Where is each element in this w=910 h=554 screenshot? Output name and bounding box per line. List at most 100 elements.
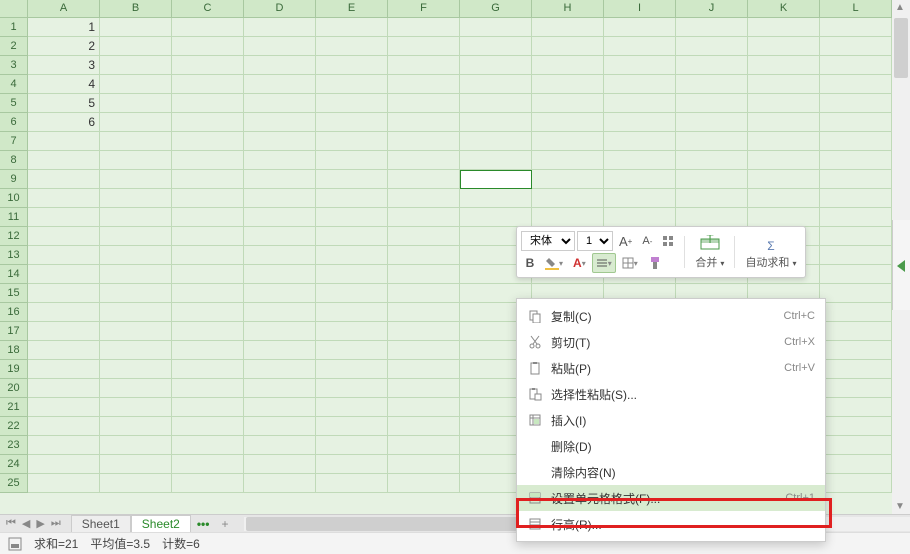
cell[interactable] — [820, 75, 892, 94]
cell[interactable] — [100, 360, 172, 379]
cell[interactable] — [172, 436, 244, 455]
cell[interactable] — [100, 132, 172, 151]
cell[interactable] — [244, 398, 316, 417]
cell[interactable] — [28, 436, 100, 455]
cell[interactable] — [316, 132, 388, 151]
row-header[interactable]: 25 — [0, 474, 28, 493]
cell[interactable] — [748, 189, 820, 208]
row-header[interactable]: 19 — [0, 360, 28, 379]
cell[interactable] — [244, 284, 316, 303]
cell[interactable] — [676, 208, 748, 227]
cell[interactable] — [820, 455, 892, 474]
cell[interactable] — [532, 18, 604, 37]
row-header[interactable]: 8 — [0, 151, 28, 170]
row-header[interactable]: 12 — [0, 227, 28, 246]
bold-button[interactable]: B — [521, 253, 539, 273]
border-button[interactable]: ▾ — [618, 253, 642, 273]
cell[interactable] — [820, 417, 892, 436]
settings-icon[interactable] — [658, 231, 678, 251]
cell[interactable]: 2 — [28, 37, 100, 56]
cell[interactable] — [316, 322, 388, 341]
cell[interactable] — [172, 189, 244, 208]
font-size-select[interactable]: 12 — [577, 231, 613, 251]
row-header[interactable]: 13 — [0, 246, 28, 265]
cell[interactable] — [28, 132, 100, 151]
row-header[interactable]: 24 — [0, 455, 28, 474]
cell[interactable] — [100, 474, 172, 493]
cell[interactable] — [172, 284, 244, 303]
cell[interactable] — [100, 208, 172, 227]
cell[interactable] — [532, 132, 604, 151]
cell[interactable] — [172, 360, 244, 379]
cell[interactable] — [388, 379, 460, 398]
column-header[interactable]: D — [244, 0, 316, 18]
cell[interactable] — [100, 436, 172, 455]
column-header[interactable]: C — [172, 0, 244, 18]
cell[interactable] — [100, 170, 172, 189]
cell[interactable] — [676, 18, 748, 37]
tab-more-button[interactable]: ••• — [191, 517, 216, 531]
cell[interactable] — [388, 284, 460, 303]
cell[interactable] — [316, 341, 388, 360]
cell[interactable] — [28, 303, 100, 322]
cell[interactable] — [28, 322, 100, 341]
cell[interactable] — [28, 227, 100, 246]
cell[interactable] — [244, 151, 316, 170]
cell[interactable] — [388, 417, 460, 436]
cell[interactable] — [316, 398, 388, 417]
cell[interactable] — [100, 151, 172, 170]
cell[interactable] — [172, 265, 244, 284]
row-header[interactable]: 20 — [0, 379, 28, 398]
cell[interactable] — [244, 94, 316, 113]
row-header[interactable]: 6 — [0, 113, 28, 132]
cell[interactable]: 5 — [28, 94, 100, 113]
cell[interactable] — [28, 189, 100, 208]
cell[interactable] — [604, 132, 676, 151]
cell[interactable] — [820, 37, 892, 56]
cell[interactable] — [100, 189, 172, 208]
cell[interactable] — [172, 398, 244, 417]
cell[interactable] — [604, 170, 676, 189]
row-header[interactable]: 4 — [0, 75, 28, 94]
cell[interactable] — [100, 455, 172, 474]
cell[interactable] — [460, 113, 532, 132]
cell[interactable] — [388, 56, 460, 75]
cell[interactable] — [532, 75, 604, 94]
increase-font-button[interactable]: A+ — [615, 231, 636, 251]
cell[interactable] — [316, 284, 388, 303]
cell[interactable] — [604, 208, 676, 227]
cell[interactable] — [388, 170, 460, 189]
cell[interactable] — [100, 18, 172, 37]
cell[interactable] — [748, 56, 820, 75]
cell[interactable] — [316, 227, 388, 246]
cell[interactable] — [820, 303, 892, 322]
cell[interactable]: 1 — [28, 18, 100, 37]
cell[interactable] — [28, 246, 100, 265]
column-header[interactable]: K — [748, 0, 820, 18]
cell[interactable] — [460, 18, 532, 37]
cell[interactable] — [388, 246, 460, 265]
cell[interactable] — [820, 151, 892, 170]
cell[interactable] — [532, 151, 604, 170]
cell[interactable] — [676, 94, 748, 113]
cell[interactable] — [676, 170, 748, 189]
cell[interactable] — [244, 37, 316, 56]
cell[interactable] — [748, 94, 820, 113]
cell[interactable] — [532, 170, 604, 189]
cell[interactable] — [244, 208, 316, 227]
cell[interactable] — [28, 170, 100, 189]
cell[interactable] — [604, 56, 676, 75]
cell[interactable] — [604, 94, 676, 113]
cell[interactable] — [244, 474, 316, 493]
cell[interactable] — [316, 303, 388, 322]
cell[interactable] — [388, 341, 460, 360]
row-header[interactable]: 3 — [0, 56, 28, 75]
cell[interactable] — [100, 246, 172, 265]
cell[interactable] — [460, 151, 532, 170]
context-menu-item[interactable]: 清除内容(N) — [517, 459, 825, 485]
cell[interactable] — [172, 474, 244, 493]
side-panel-collapsed[interactable] — [892, 220, 910, 310]
cell[interactable] — [28, 360, 100, 379]
cell[interactable] — [244, 341, 316, 360]
cell[interactable] — [28, 417, 100, 436]
